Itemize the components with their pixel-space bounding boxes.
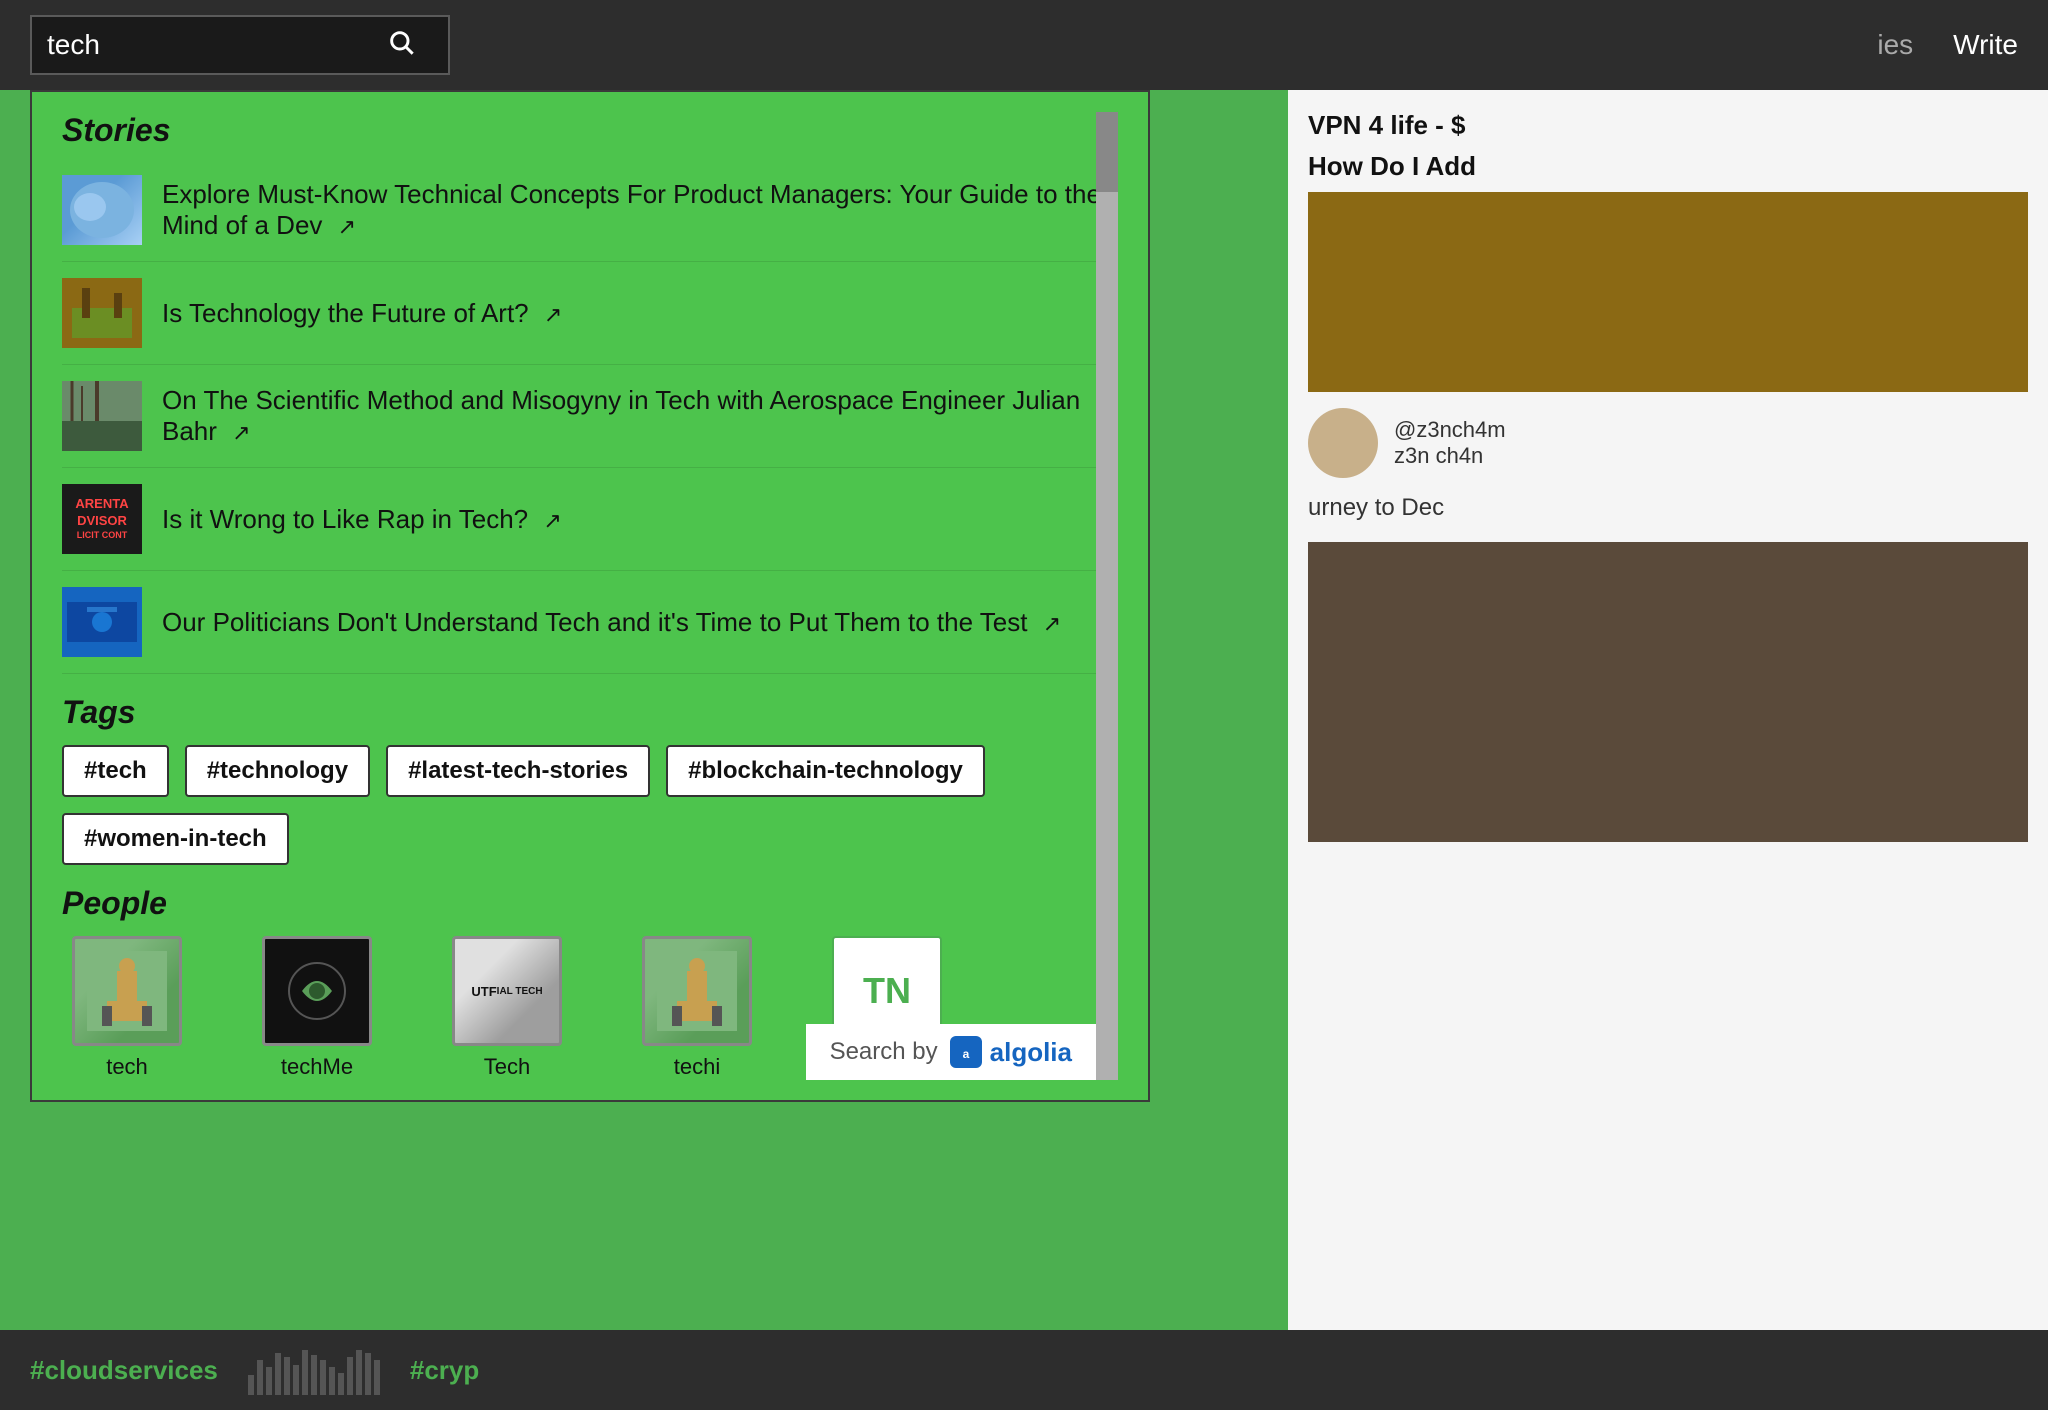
person-avatar-tech2: UTF IAL TECH [452, 936, 562, 1046]
story-item[interactable]: On The Scientific Method and Misogyny in… [62, 365, 1118, 468]
algolia-logo: a algolia [950, 1036, 1072, 1068]
story-title-2: Is Technology the Future of Art? ↗ [162, 298, 562, 329]
person-avatar-techi [642, 936, 752, 1046]
story-thumb-2 [62, 278, 142, 348]
dropdown-panel: Stories Explore Must-Know Technical Conc… [30, 90, 1150, 1102]
avatar-sub: z3n ch4n [1394, 443, 1506, 469]
tag-blockchain[interactable]: #blockchain-technology [666, 745, 985, 797]
stories-section-title: Stories [62, 112, 1118, 149]
right-article-title-1: VPN 4 life - $ [1308, 110, 2028, 141]
people-section-title: People [62, 885, 1118, 922]
story-thumb-3 [62, 381, 142, 451]
bottom-bar-graph [248, 1345, 380, 1395]
tag-tech[interactable]: #tech [62, 745, 169, 797]
person-techi[interactable]: techi [632, 936, 762, 1080]
tag-technology[interactable]: #technology [185, 745, 370, 797]
bottom-tag-cryp[interactable]: #cryp [410, 1355, 479, 1386]
right-image-2 [1308, 542, 2028, 842]
scrollbar-thumb[interactable] [1096, 112, 1118, 192]
right-top-nav: ies Write [1288, 0, 2048, 90]
story-item[interactable]: Explore Must-Know Technical Concepts For… [62, 159, 1118, 262]
story-thumb-4: ARENTA DVISOR LICIT CONT [62, 484, 142, 554]
avatar-username: @z3nch4m [1394, 417, 1506, 443]
avatar [1308, 408, 1378, 478]
tag-women-in-tech[interactable]: #women-in-tech [62, 813, 289, 865]
nav-stories[interactable]: ies [1877, 29, 1913, 61]
person-name-techme: techMe [281, 1054, 353, 1080]
search-button[interactable] [387, 28, 415, 63]
search-box[interactable] [30, 15, 450, 75]
tags-section-title: Tags [62, 694, 1118, 731]
search-by-label: Search by [830, 1038, 938, 1066]
story-item[interactable]: ARENTA DVISOR LICIT CONT Is it Wrong to … [62, 468, 1118, 571]
person-avatar-tech [72, 936, 182, 1046]
person-techme[interactable]: techMe [252, 936, 382, 1080]
scrollbar[interactable] [1096, 112, 1118, 1080]
story-item[interactable]: Our Politicians Don't Understand Tech an… [62, 571, 1118, 674]
right-article-title-2: How Do I Add [1308, 151, 2028, 182]
right-article-image [1308, 192, 2028, 392]
story-title-5: Our Politicians Don't Understand Tech an… [162, 607, 1061, 638]
journey-text: urney to Dec [1308, 494, 2028, 522]
person-name-tech: tech [106, 1054, 148, 1080]
story-thumb-1 [62, 175, 142, 245]
person-tech[interactable]: tech [62, 936, 192, 1080]
right-content: VPN 4 life - $ How Do I Add @z3nch4m z3n… [1288, 90, 2048, 862]
story-title-4: Is it Wrong to Like Rap in Tech? ↗ [162, 504, 562, 535]
story-item[interactable]: Is Technology the Future of Art? ↗ [62, 262, 1118, 365]
search-by-footer: Search by a algolia [806, 1024, 1096, 1080]
nav-write[interactable]: Write [1953, 29, 2018, 61]
person-name-tech2: Tech [484, 1054, 530, 1080]
story-title-3: On The Scientific Method and Misogyny in… [162, 385, 1118, 447]
search-input[interactable] [47, 29, 387, 61]
tag-latest-tech[interactable]: #latest-tech-stories [386, 745, 650, 797]
person-name-techi: techi [674, 1054, 720, 1080]
story-title-1: Explore Must-Know Technical Concepts For… [162, 179, 1118, 241]
story-thumb-5 [62, 587, 142, 657]
bottom-bar: #cloudservices #cryp [0, 1330, 2048, 1410]
bottom-tag-cloudservices[interactable]: #cloudservices [30, 1355, 218, 1386]
avatar-row: @z3nch4m z3n ch4n [1308, 408, 2028, 478]
tags-container: #tech #technology #latest-tech-stories #… [62, 745, 1118, 865]
person-avatar-techme [262, 936, 372, 1046]
svg-text:a: a [962, 1047, 969, 1061]
person-tech2[interactable]: UTF IAL TECH Tech [442, 936, 572, 1080]
algolia-text: algolia [990, 1037, 1072, 1068]
right-panel: ies Write VPN 4 life - $ How Do I Add @z… [1288, 0, 2048, 1410]
